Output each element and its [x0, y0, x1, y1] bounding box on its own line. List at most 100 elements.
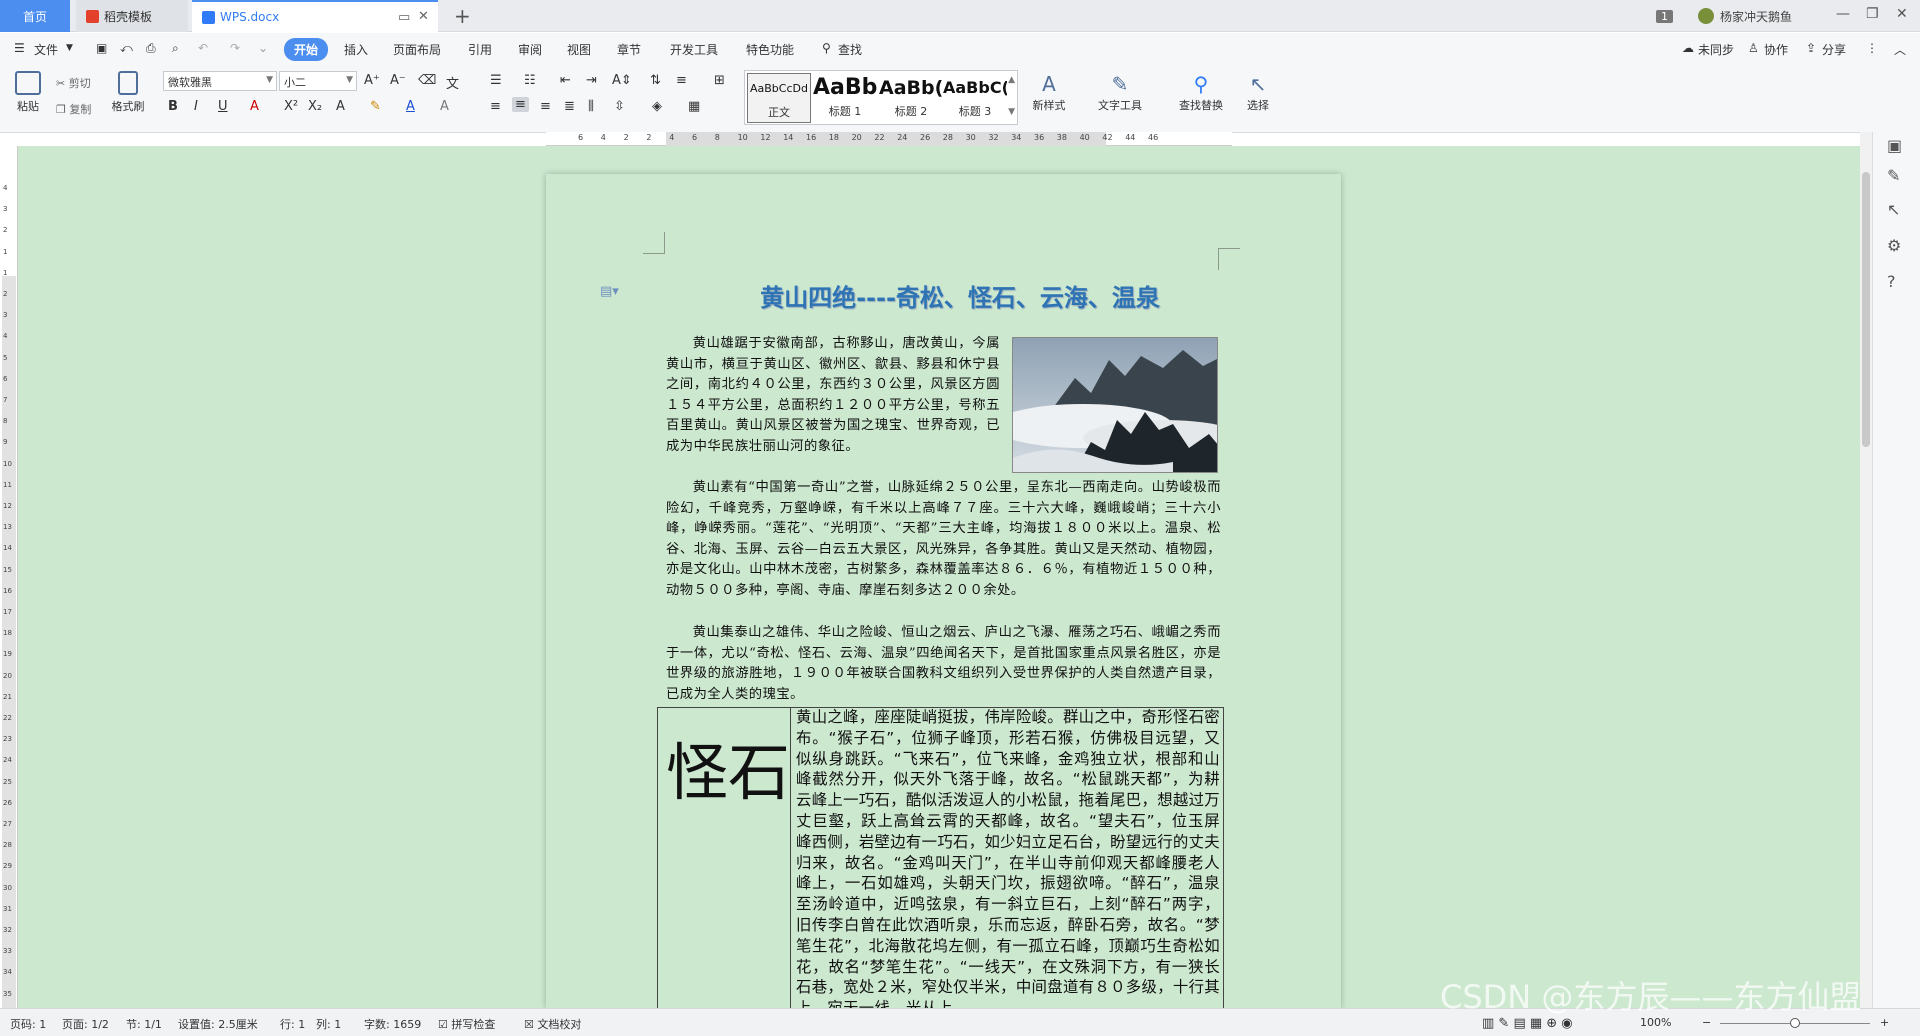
underline-icon[interactable]: U [218, 99, 228, 114]
help-icon[interactable]: ? [1887, 272, 1896, 291]
format-painter-button[interactable]: 格式刷 [108, 71, 148, 114]
status-col[interactable]: 列: 1 [316, 1016, 341, 1032]
tab-close-icon[interactable]: ✕ [418, 9, 429, 24]
collapse-ribbon-icon[interactable]: ︿ [1894, 41, 1906, 58]
bullet-list-icon[interactable]: ☰ [490, 73, 502, 88]
tab-count-badge[interactable]: 1 [1656, 0, 1673, 32]
tab-templates[interactable]: 稻壳模板 [76, 0, 188, 32]
tab-document[interactable]: WPS.docx ▭ ✕ [192, 0, 438, 32]
status-word-count[interactable]: 字数: 1659 [364, 1016, 421, 1032]
paste-button[interactable]: 粘贴 [10, 71, 46, 114]
new-style-button[interactable]: A 新样式 [1024, 71, 1074, 113]
superscript-icon[interactable]: X² [284, 99, 298, 114]
search-command[interactable]: 查找 [838, 41, 862, 58]
collaborate-button[interactable]: 协作 [1764, 41, 1788, 58]
menu-tab-review[interactable]: 审阅 [518, 41, 542, 58]
menu-tab-insert[interactable]: 插入 [344, 41, 368, 58]
spell-check-button[interactable]: ☑ 拼写检查 [438, 1016, 495, 1032]
increase-font-icon[interactable]: A⁺ [364, 73, 380, 88]
align-center-icon[interactable]: ≡ [512, 97, 529, 112]
font-size-select[interactable]: 小二 ▼ [279, 71, 357, 91]
menu-file[interactable]: 文件 [34, 41, 58, 58]
vertical-ruler[interactable]: 4 3 2 1 1 2 3 4 5 6 7 8 9 10 11 12 13 14 15 16 17 18 19 20 21 22 2… [0, 146, 18, 1008]
align-right-icon[interactable]: ≡ [540, 99, 551, 114]
status-setting[interactable]: 设置值: 2.5厘米 [178, 1016, 258, 1032]
justify-icon[interactable]: ≣ [564, 99, 575, 114]
pin-icon[interactable]: ▭ [398, 10, 410, 25]
bold-icon[interactable]: B [168, 99, 178, 114]
char-shading-icon[interactable]: A [440, 99, 449, 114]
quick-access-dropdown-icon[interactable]: ⌄ [258, 41, 268, 55]
decrease-font-icon[interactable]: A⁻ [390, 73, 406, 88]
font-color-icon[interactable]: A [406, 99, 415, 114]
undo-history-icon[interactable]: ⤺ [120, 41, 133, 56]
copy-button[interactable]: ❐ 复制 [56, 101, 91, 117]
status-section[interactable]: 节: 1/1 [126, 1016, 162, 1032]
sort-icon[interactable]: ⇅ [650, 73, 661, 88]
menu-tab-references[interactable]: 引用 [468, 41, 492, 58]
cut-button[interactable]: ✂ 剪切 [56, 75, 91, 91]
show-marks-icon[interactable]: ⊞ [714, 73, 725, 88]
style-scroll-down-icon[interactable]: ▼ [1008, 107, 1015, 117]
style-heading-2[interactable]: AaBb( 标题 2 [879, 73, 943, 123]
increase-indent-icon[interactable]: ⇥ [586, 73, 597, 88]
sync-status[interactable]: 未同步 [1698, 41, 1734, 58]
undo-icon[interactable]: ↶ [198, 41, 208, 55]
zoom-in-icon[interactable]: + [1880, 1016, 1889, 1029]
numbered-list-icon[interactable]: ☷ [524, 73, 536, 88]
new-tab-button[interactable]: + [454, 4, 471, 28]
view-mode-icons[interactable]: ▥ ✎ ▤ ▦ ⊕ ◉ [1482, 1016, 1573, 1031]
menu-tab-chapter[interactable]: 章节 [617, 41, 641, 58]
style-heading-3[interactable]: AaBbC( 标题 3 [943, 73, 1007, 123]
borders-icon[interactable]: ▦ [688, 99, 700, 114]
find-replace-button[interactable]: ⚲ 查找替换 [1170, 71, 1232, 113]
style-scroll-up-icon[interactable]: ▲ [1008, 75, 1015, 85]
vertical-scrollbar[interactable] [1860, 132, 1872, 1008]
search-icon[interactable]: ⚲ [822, 41, 831, 55]
text-tools-button[interactable]: ✎ 文字工具 [1090, 71, 1150, 113]
scrollbar-thumb[interactable] [1862, 172, 1870, 447]
select-button[interactable]: ↖ 选择 [1238, 71, 1278, 113]
doc-proofread-button[interactable]: ☒ 文档校对 [524, 1016, 581, 1032]
save-icon[interactable]: ▣ [96, 41, 107, 55]
menu-tab-view[interactable]: 视图 [567, 41, 591, 58]
strikethrough-icon[interactable]: A [250, 99, 259, 114]
pointer-icon[interactable]: ↖ [1887, 200, 1900, 219]
user-account[interactable]: 杨家冲天鹅鱼 [1698, 0, 1792, 32]
restore-button[interactable]: ❐ [1866, 6, 1879, 22]
hamburger-icon[interactable]: ☰ [14, 41, 25, 55]
zoom-slider-handle[interactable] [1790, 1018, 1800, 1028]
align-left-icon[interactable]: ≡ [490, 99, 501, 114]
print-icon[interactable]: ⎙ [146, 41, 156, 56]
minimize-button[interactable]: — [1836, 6, 1850, 22]
menu-tab-developer[interactable]: 开发工具 [670, 41, 718, 58]
more-icon[interactable]: ⋮ [1866, 41, 1878, 55]
paragraph-spacing-icon[interactable]: ⇳ [614, 99, 625, 114]
share-button[interactable]: 分享 [1822, 41, 1846, 58]
print-preview-icon[interactable]: ⌕ [172, 41, 179, 56]
subscript-icon[interactable]: X₂ [308, 99, 322, 114]
italic-icon[interactable]: I [194, 99, 198, 114]
close-button[interactable]: ✕ [1896, 6, 1908, 22]
text-direction-icon[interactable]: A⇕ [612, 73, 632, 88]
font-name-select[interactable]: 微软雅黑 ▼ [163, 71, 277, 91]
menu-tab-special[interactable]: 特色功能 [746, 41, 794, 58]
pinyin-icon[interactable]: 文 [446, 73, 459, 92]
redo-icon[interactable]: ↷ [230, 41, 240, 55]
menu-tab-home[interactable]: 开始 [284, 38, 329, 61]
line-spacing-icon[interactable]: ≡ [676, 73, 687, 88]
shading-icon[interactable]: ◈ [652, 99, 662, 114]
pane-toggle-icon[interactable]: ▣ [1887, 136, 1902, 155]
text-effect-icon[interactable]: A [336, 99, 345, 114]
status-page-code[interactable]: 页码: 1 [10, 1016, 46, 1032]
tab-home[interactable]: 首页 [0, 0, 70, 32]
highlight-icon[interactable]: ✎ [370, 99, 381, 114]
style-normal[interactable]: AaBbCcDd 正文 [747, 73, 811, 123]
pen-icon[interactable]: ✎ [1887, 166, 1900, 185]
settings-sliders-icon[interactable]: ⚙ [1887, 236, 1901, 255]
decrease-indent-icon[interactable]: ⇤ [560, 73, 571, 88]
status-row[interactable]: 行: 1 [280, 1016, 305, 1032]
distributed-icon[interactable]: ⫼ [588, 99, 594, 114]
file-dropdown-icon[interactable]: ▼ [66, 43, 73, 53]
menu-tab-page-layout[interactable]: 页面布局 [393, 41, 441, 58]
